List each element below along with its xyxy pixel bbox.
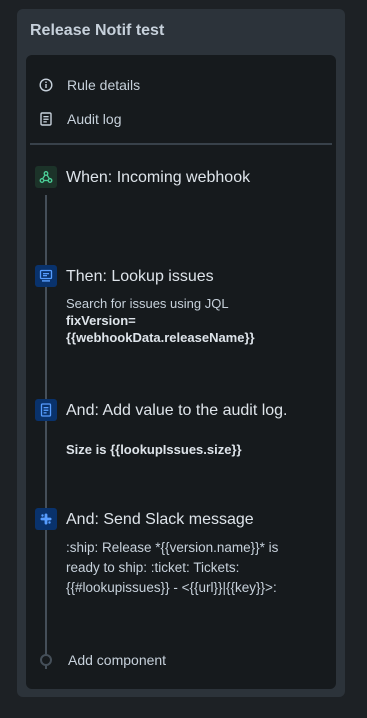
rule-details-item[interactable]: Rule details bbox=[38, 75, 140, 95]
panel-title: Release Notif test bbox=[30, 22, 165, 39]
audit-log-label: Audit log bbox=[67, 111, 122, 127]
audit-log-item[interactable]: Audit log bbox=[38, 109, 121, 129]
info-icon bbox=[38, 77, 54, 93]
add-component-dot-icon bbox=[40, 654, 52, 666]
add-component-label: Add component bbox=[68, 652, 167, 668]
step-title: And: Send Slack message bbox=[66, 511, 254, 528]
step-incoming-webhook[interactable]: When: Incoming webhook bbox=[35, 166, 315, 190]
document-icon bbox=[38, 111, 54, 127]
step-title: And: Add value to the audit log. bbox=[66, 402, 288, 419]
rule-editor: Rule details Audit log When: Incoming we… bbox=[26, 55, 336, 689]
step-description: Search for issues using JQL fixVersion= … bbox=[66, 295, 316, 346]
step-send-slack-message[interactable]: And: Send Slack message :ship: Release *… bbox=[35, 508, 315, 608]
step-description: :ship: Release *{{version.name}}* is rea… bbox=[66, 540, 279, 595]
rule-details-label: Rule details bbox=[67, 77, 141, 93]
step-title: Then: Lookup issues bbox=[66, 268, 214, 285]
lookup-icon bbox=[35, 265, 57, 287]
slack-icon bbox=[35, 508, 57, 530]
step-audit-log[interactable]: And: Add value to the audit log. Size is… bbox=[35, 399, 315, 459]
step-lookup-issues[interactable]: Then: Lookup issues Search for issues us… bbox=[35, 265, 315, 347]
jql-query: fixVersion= bbox=[66, 313, 136, 328]
jql-query-value: {{webhookData.releaseName}} bbox=[66, 330, 255, 345]
audit-document-icon bbox=[35, 399, 57, 421]
add-component-button[interactable]: Add component bbox=[40, 652, 166, 668]
step-description: Size is {{lookupIssues.size}} bbox=[66, 442, 242, 457]
rule-panel: Release Notif test Rule details Audit lo… bbox=[17, 9, 345, 697]
step-title: When: Incoming webhook bbox=[66, 169, 251, 186]
divider bbox=[30, 143, 332, 145]
webhook-icon bbox=[35, 166, 57, 188]
step-description-text: Search for issues using JQL bbox=[66, 296, 229, 311]
